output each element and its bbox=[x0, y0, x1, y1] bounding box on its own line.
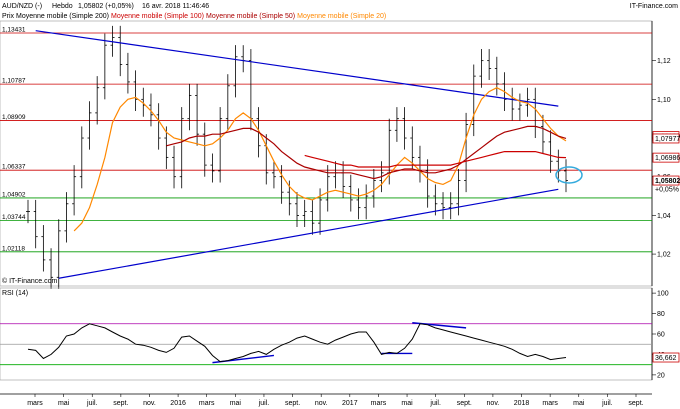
price-trendlines bbox=[35, 30, 559, 279]
rsi-tick-label: 100 bbox=[657, 291, 669, 298]
x-tick-label: mars bbox=[371, 400, 387, 407]
x-tick-label: sept. bbox=[285, 400, 300, 407]
copyright: © IT-Finance.com bbox=[2, 277, 58, 285]
header-symbol: AUD/NZD (-) bbox=[2, 3, 42, 10]
change-label: +0,05% bbox=[655, 187, 679, 194]
x-tick-label: mai bbox=[230, 400, 242, 407]
right-price-labels: 1,081001,079771,069861,05802+0,05% bbox=[652, 131, 680, 194]
x-tick-label: juil. bbox=[429, 400, 441, 407]
legend-sma50: Moyenne mobile (Simple 50) bbox=[206, 13, 295, 20]
value-label: 1,05802 bbox=[655, 178, 680, 185]
price-levels: 1,13431 1,10787 1,08909 1,06337 1,04902 1,037… bbox=[0, 26, 652, 252]
x-tick-label: juil. bbox=[601, 400, 613, 407]
moving-average-line bbox=[166, 125, 567, 180]
rsi-title: RSI (14) bbox=[2, 290, 28, 297]
x-tick-label: nov. bbox=[143, 400, 156, 407]
x-tick-label: mars bbox=[27, 400, 43, 407]
x-tick-label: mars bbox=[199, 400, 215, 407]
legend-price: Prix Moyenne mobile (Simple 200) bbox=[2, 13, 109, 20]
x-tick-label: mai bbox=[58, 400, 70, 407]
rsi-panel-frame bbox=[0, 287, 653, 381]
level-label: 1,04902 bbox=[2, 191, 26, 198]
level-label: 1,03744 bbox=[2, 214, 26, 221]
trendline bbox=[35, 30, 559, 107]
price-bars bbox=[26, 25, 568, 289]
x-tick-label: nov. bbox=[487, 400, 500, 407]
level-label: 1,08909 bbox=[2, 114, 26, 121]
level-label: 1,10787 bbox=[2, 78, 26, 85]
legend-sma100: Moyenne mobile (Simple 100) bbox=[111, 13, 204, 20]
price-panel-frame bbox=[0, 20, 653, 287]
y-tick-label: 1,04 bbox=[657, 213, 671, 220]
rsi-current-label: 36,662 bbox=[652, 352, 680, 363]
level-label: 1,13431 bbox=[2, 26, 26, 33]
x-tick-label: mai bbox=[573, 400, 585, 407]
header-period: Hebdo bbox=[52, 3, 73, 10]
rsi-value-label: 36,662 bbox=[655, 355, 677, 362]
header-last-price: 1,05802 (+0,05%) bbox=[78, 3, 134, 10]
value-label: 1,07977 bbox=[655, 136, 680, 143]
forex-chart: AUD/NZD (-) Hebdo 1,05802 (+0,05%) 16 av… bbox=[0, 3, 680, 407]
x-tick-label: 2016 bbox=[170, 400, 186, 407]
moving-average-line bbox=[304, 151, 567, 168]
y-tick-label: 1,12 bbox=[657, 58, 671, 65]
x-tick-label: 2018 bbox=[514, 400, 530, 407]
trendline bbox=[58, 188, 559, 279]
header-datetime: 16 avr. 2018 11:46:46 bbox=[142, 3, 209, 10]
x-tick-label: nov. bbox=[315, 400, 328, 407]
value-label: 1,06986 bbox=[655, 155, 680, 162]
price-legend: Prix Moyenne mobile (Simple 200) Moyenne … bbox=[2, 13, 386, 20]
x-tick-label: mai bbox=[401, 400, 413, 407]
x-tick-label: juil. bbox=[258, 400, 270, 407]
x-tick-label: 2017 bbox=[342, 400, 358, 407]
rsi-tick-label: 20 bbox=[657, 372, 665, 379]
legend-sma20: Moyenne mobile (Simple 20) bbox=[297, 13, 386, 20]
rsi-tick-label: 60 bbox=[657, 332, 665, 339]
rsi-trendlines bbox=[212, 322, 467, 364]
x-ticks: mars mai juil. sept. nov. 2016 mars mai juil. sep… bbox=[27, 394, 644, 407]
rsi-line bbox=[27, 323, 567, 363]
x-tick-label: sept. bbox=[113, 400, 128, 407]
y-tick-label: 1,10 bbox=[657, 97, 671, 104]
level-label: 1,02118 bbox=[2, 245, 25, 252]
x-tick-label: sept. bbox=[628, 400, 643, 407]
x-tick-label: juil. bbox=[86, 400, 98, 407]
level-label: 1,06337 bbox=[2, 164, 26, 171]
y-tick-label: 1,02 bbox=[657, 252, 671, 259]
x-tick-label: sept. bbox=[457, 400, 472, 407]
highlight-circle bbox=[555, 166, 583, 184]
x-tick-label: mars bbox=[542, 400, 558, 407]
rsi-tick-label: 80 bbox=[657, 311, 665, 318]
header-brand: IT-Finance.com bbox=[630, 3, 678, 10]
rsi-y-ticks: 10080604020 bbox=[652, 291, 669, 379]
rsi-series bbox=[27, 323, 567, 363]
